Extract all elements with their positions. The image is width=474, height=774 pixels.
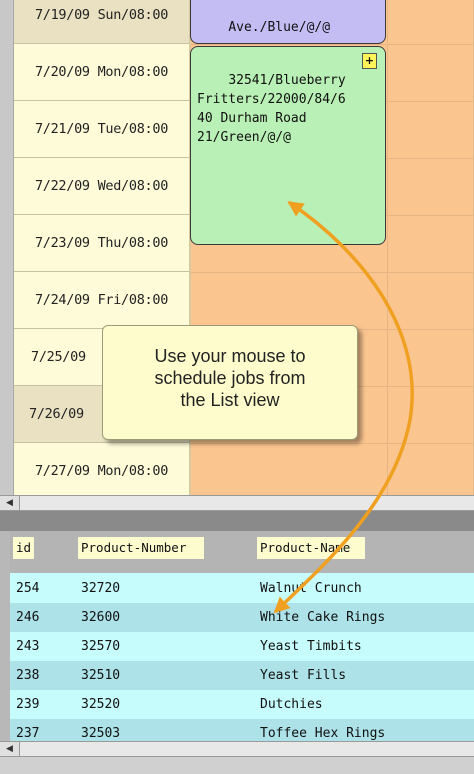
date-label: 7/21/09 Tue/08:00 (34, 121, 169, 137)
calendar-left-edge (0, 0, 14, 495)
column-header-product-name[interactable]: Product-Name (257, 537, 365, 559)
date-row: 7/27/09 Mon/08:00 (14, 443, 189, 495)
job-card-text: 32541/Blueberry Fritters/22000/84/6 40 D… (197, 73, 346, 145)
job-card[interactable]: Ave./Blue/@/@ (190, 0, 386, 44)
scroll-left-icon[interactable]: ◀ (0, 742, 20, 756)
grid-line (191, 272, 474, 273)
date-row: 7/19/09 Sun/08:00 (14, 0, 189, 44)
date-label: 7/23/09 Thu/08:00 (34, 235, 169, 251)
date-label: 7/20/09 Mon/08:00 (34, 64, 169, 80)
date-label: 7/25/09 (31, 349, 86, 365)
date-row: 7/22/09 Wed/08:00 (14, 158, 189, 215)
date-label: 7/22/09 Wed/08:00 (34, 178, 169, 194)
cell-product-number: 32720 (81, 581, 121, 596)
cell-id: 238 (16, 668, 40, 683)
grid-line (191, 443, 474, 444)
date-row: 7/24/09 Fri/08:00 (14, 272, 189, 329)
list-header: id Product-Number Product-Name (10, 531, 474, 573)
list-horizontal-scrollbar[interactable]: ◀ (0, 741, 474, 757)
scroll-left-icon[interactable]: ◀ (0, 496, 20, 510)
table-row[interactable]: 239 32520 Dutchies (10, 690, 474, 719)
date-row: 7/21/09 Tue/08:00 (14, 101, 189, 158)
table-row[interactable]: 243 32570 Yeast Timbits (10, 632, 474, 661)
cell-product-name: White Cake Rings (260, 610, 386, 625)
expand-button[interactable]: + (362, 53, 377, 69)
cell-product-name: Walnut Crunch (260, 581, 362, 596)
calendar-horizontal-scrollbar[interactable]: ◀ (0, 495, 474, 511)
cell-id: 239 (16, 697, 40, 712)
table-row[interactable]: 246 32600 White Cake Rings (10, 603, 474, 632)
tooltip-text: Use your mouse to schedule jobs from the… (154, 346, 306, 410)
date-label: 7/24/09 Fri/08:00 (34, 292, 169, 308)
cell-product-number: 32570 (81, 639, 121, 654)
table-row[interactable]: 254 32720 Walnut Crunch (10, 574, 474, 603)
job-card-text: Ave./Blue/@/@ (228, 20, 331, 35)
date-row: 7/23/09 Thu/08:00 (14, 215, 189, 272)
list-footer (0, 757, 474, 774)
tooltip-callout: Use your mouse to schedule jobs from the… (102, 325, 358, 440)
cell-product-name: Yeast Timbits (260, 639, 362, 654)
calendar-view[interactable]: 7/19/09 Sun/08:00 7/20/09 Mon/08:00 7/21… (0, 0, 474, 495)
column-header-id[interactable]: id (13, 537, 34, 559)
cell-product-name: Dutchies (260, 697, 323, 712)
grid-line (387, 0, 388, 495)
list-view[interactable]: id Product-Number Product-Name 254 32720… (0, 531, 474, 774)
job-card[interactable]: 32541/Blueberry Fritters/22000/84/6 40 D… (190, 46, 386, 245)
date-row: 7/20/09 Mon/08:00 (14, 44, 189, 101)
cell-product-number: 32520 (81, 697, 121, 712)
table-row[interactable]: 238 32510 Yeast Fills (10, 661, 474, 690)
column-header-product-number[interactable]: Product-Number (78, 537, 204, 559)
grid-line (191, 44, 474, 45)
date-label: 7/26/09 (29, 406, 84, 422)
pane-splitter[interactable] (0, 511, 474, 531)
date-label: 7/27/09 Mon/08:00 (34, 463, 169, 479)
cell-id: 246 (16, 610, 40, 625)
cell-product-number: 32510 (81, 668, 121, 683)
cell-id: 243 (16, 639, 40, 654)
cell-product-name: Yeast Fills (260, 668, 347, 683)
list-left-edge (0, 531, 10, 774)
cell-id: 254 (16, 581, 40, 596)
date-label: 7/19/09 Sun/08:00 (34, 7, 169, 23)
cell-product-number: 32600 (81, 610, 121, 625)
